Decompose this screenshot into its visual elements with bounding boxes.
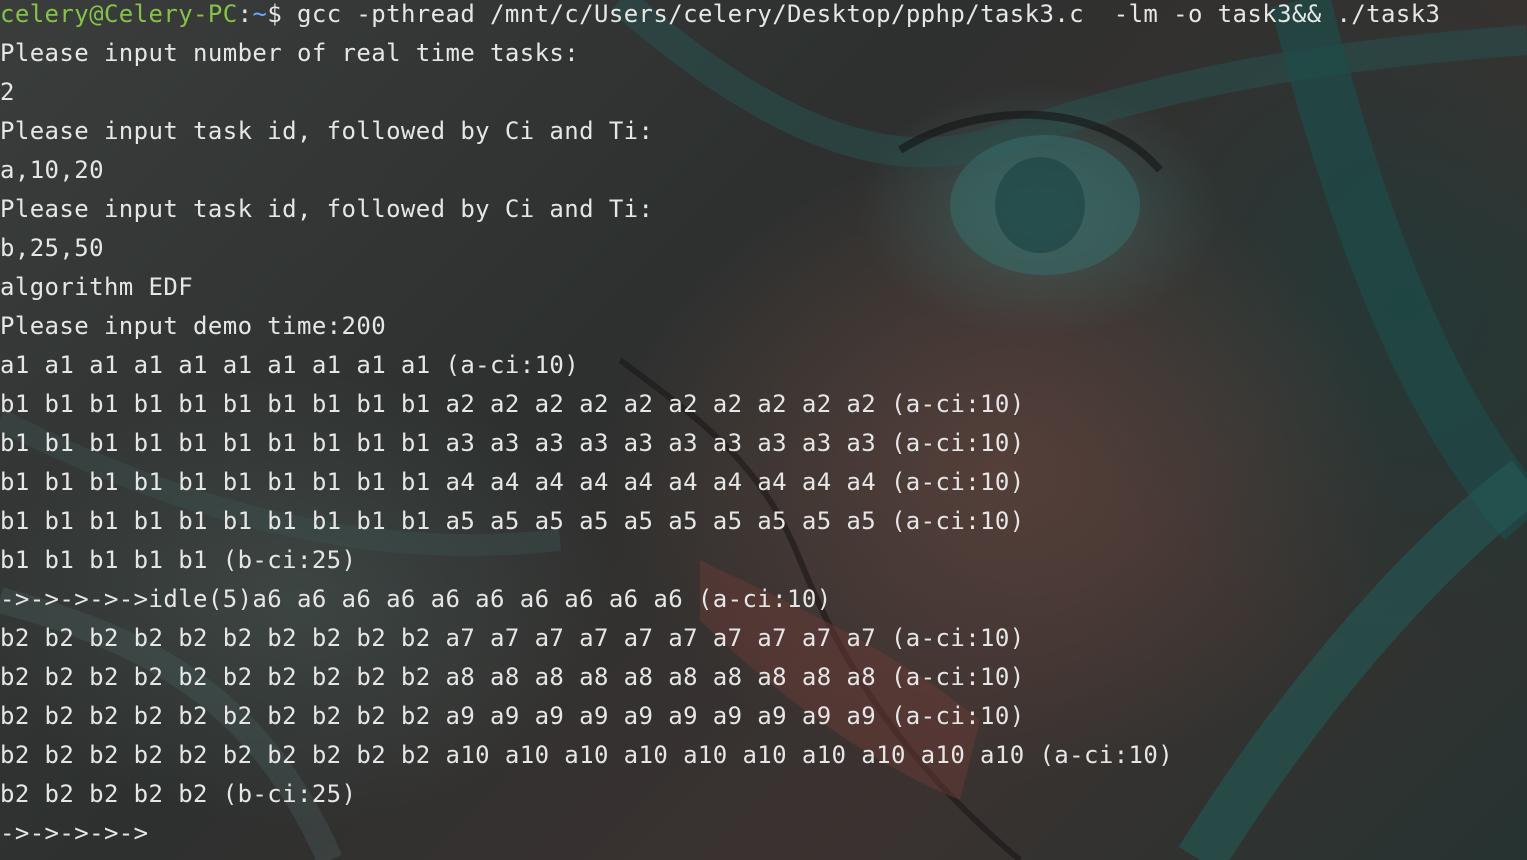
output-line: algorithm EDF <box>0 273 194 301</box>
output-line: b1 b1 b1 b1 b1 b1 b1 b1 b1 b1 a4 a4 a4 a… <box>0 468 1025 496</box>
output-line: b,25,50 <box>0 234 104 262</box>
output-line: b1 b1 b1 b1 b1 b1 b1 b1 b1 b1 a3 a3 a3 a… <box>0 429 1025 457</box>
command-text: gcc -pthread /mnt/c/Users/celery/Desktop… <box>297 0 1441 28</box>
output-line: Please input task id, followed by Ci and… <box>0 117 654 145</box>
prompt-separator: : <box>237 0 253 28</box>
output-line: Please input task id, followed by Ci and… <box>0 195 654 223</box>
output-line: b2 b2 b2 b2 b2 b2 b2 b2 b2 b2 a9 a9 a9 a… <box>0 702 1025 730</box>
output-line: Please input number of real time tasks: <box>0 39 580 67</box>
prompt-path: ~ <box>252 0 268 28</box>
prompt-user: celery@Celery-PC <box>0 0 238 28</box>
output-line: b2 b2 b2 b2 b2 (b-ci:25) <box>0 780 357 808</box>
output-line: b2 b2 b2 b2 b2 b2 b2 b2 b2 b2 a8 a8 a8 a… <box>0 663 1025 691</box>
output-line: b2 b2 b2 b2 b2 b2 b2 b2 b2 b2 a7 a7 a7 a… <box>0 624 1025 652</box>
output-line: 2 <box>0 78 15 106</box>
prompt-symbol: $ <box>267 0 298 28</box>
output-line: b2 b2 b2 b2 b2 b2 b2 b2 b2 b2 a10 a10 a1… <box>0 741 1174 769</box>
output-line: ->->->->-> <box>0 819 149 847</box>
output-line: a1 a1 a1 a1 a1 a1 a1 a1 a1 a1 (a-ci:10) <box>0 351 580 379</box>
output-line: b1 b1 b1 b1 b1 b1 b1 b1 b1 b1 a5 a5 a5 a… <box>0 507 1025 535</box>
output-line: ->->->->->idle(5)a6 a6 a6 a6 a6 a6 a6 a6… <box>0 585 832 613</box>
prompt-line: celery@Celery-PC:~$ gcc -pthread /mnt/c/… <box>0 0 1440 39</box>
output-line: b1 b1 b1 b1 b1 (b-ci:25) <box>0 546 357 574</box>
output-line: b1 b1 b1 b1 b1 b1 b1 b1 b1 b1 a2 a2 a2 a… <box>0 390 1025 418</box>
output-line: Please input demo time:200 <box>0 312 387 340</box>
output-line: a,10,20 <box>0 156 104 184</box>
terminal-window[interactable]: celery@Celery-PC:~$ gcc -pthread /mnt/c/… <box>0 0 1527 860</box>
